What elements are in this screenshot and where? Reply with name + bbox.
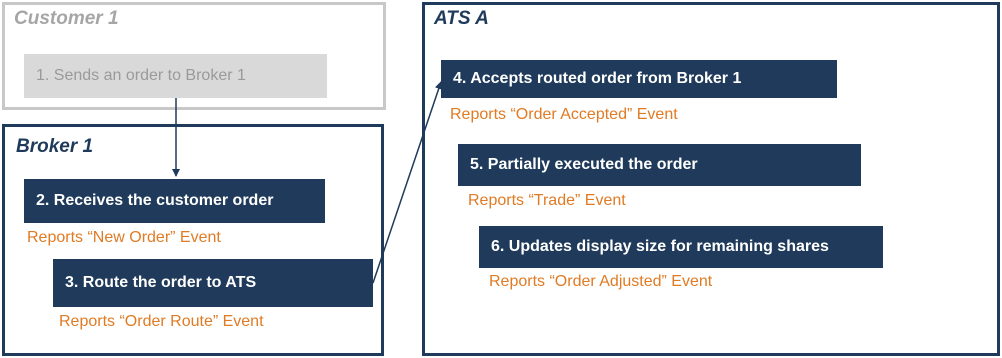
event-new-order: Reports “New Order” Event <box>27 229 221 246</box>
event-order-adjusted: Reports “Order Adjusted” Event <box>489 273 713 290</box>
customer-title: Customer 1 <box>14 8 119 29</box>
event-order-accepted: Reports “Order Accepted” Event <box>450 106 678 123</box>
broker-title: Broker 1 <box>16 136 94 157</box>
step-3-box: 3. Route the order to ATS <box>53 259 373 307</box>
event-trade: Reports “Trade” Event <box>468 192 626 209</box>
step-2-box: 2. Receives the customer order <box>24 179 325 223</box>
step-4-box: 4. Accepts routed order from Broker 1 <box>441 60 837 98</box>
step-6-box: 6. Updates display size for remaining sh… <box>479 226 883 268</box>
event-order-route: Reports “Order Route” Event <box>59 313 264 330</box>
ats-title: ATS A <box>434 8 489 29</box>
step-1-box: 1. Sends an order to Broker 1 <box>24 54 327 98</box>
step-5-box: 5. Partially executed the order <box>458 144 861 186</box>
